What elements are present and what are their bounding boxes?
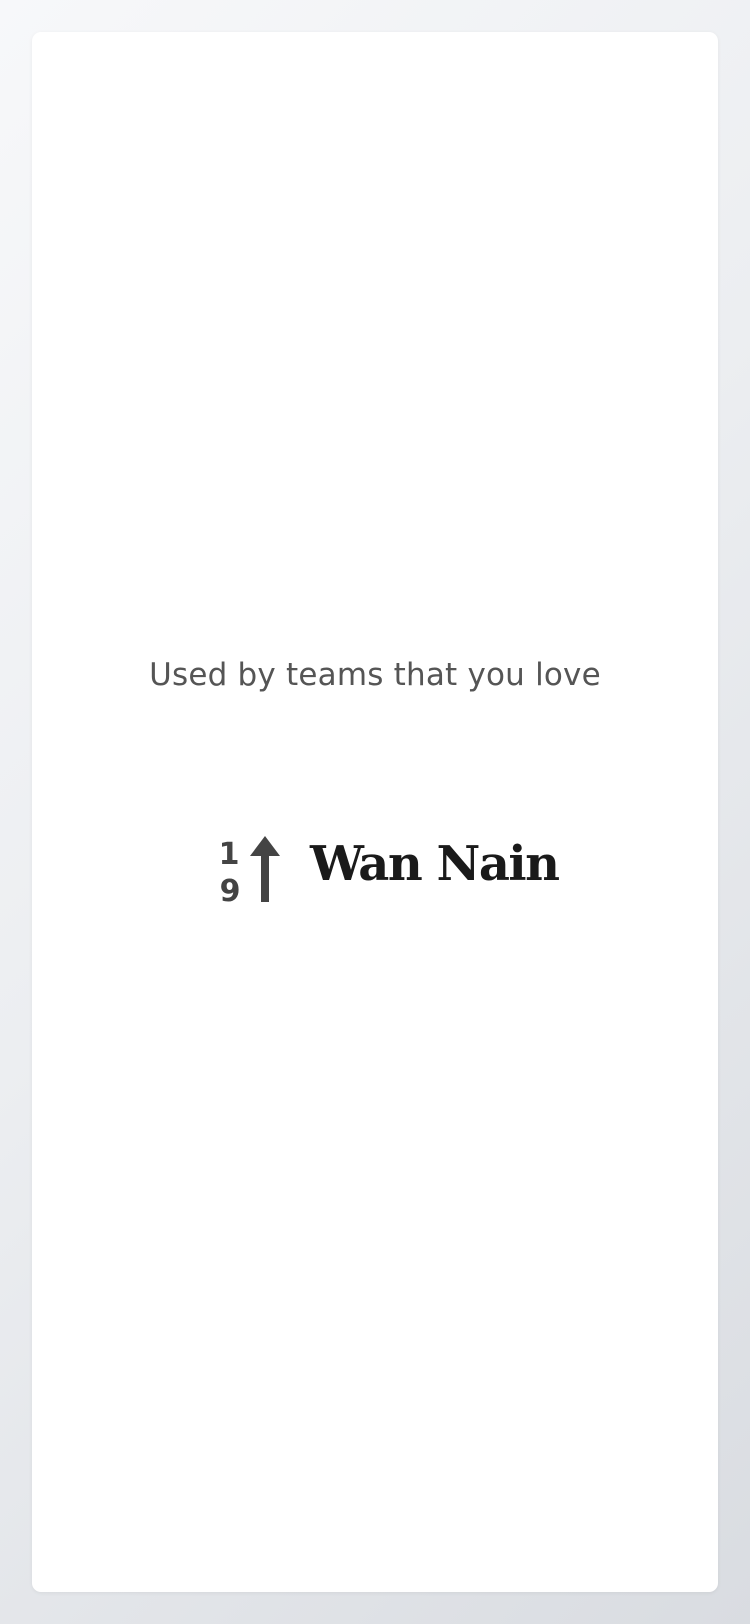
logo-mark-digit-bottom: 9 — [220, 874, 241, 904]
tagline-text: Used by teams that you love — [149, 657, 601, 693]
wan-nain-logo: 1 9 Wan Nain — [218, 832, 560, 912]
content-card: Used by teams that you love 1 9 Wan Nain — [32, 32, 718, 1592]
logo-wordmark: Wan Nain — [310, 836, 560, 892]
nineteen-up-arrow-icon: 1 9 — [219, 836, 280, 904]
logo-mark-digit-top: 1 — [219, 837, 240, 872]
